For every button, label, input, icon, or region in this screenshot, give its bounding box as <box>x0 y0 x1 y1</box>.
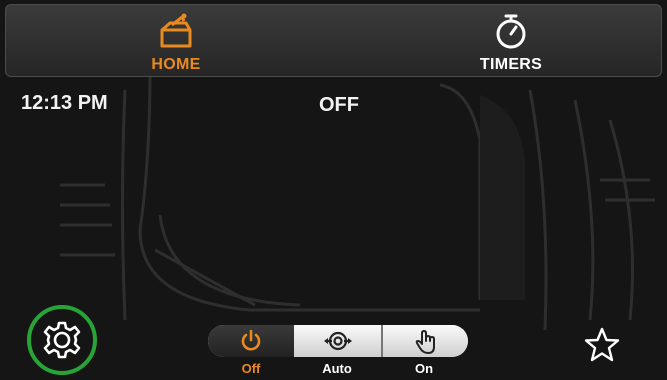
mode-on-button[interactable] <box>381 325 468 357</box>
hand-touch-icon <box>415 330 435 354</box>
tab-timers-label: TIMERS <box>479 56 543 73</box>
mode-on-label: On <box>414 361 434 376</box>
top-nav-bar: HOME TIMERS <box>5 4 662 77</box>
power-icon <box>241 329 261 351</box>
mode-off-label: Off <box>241 361 261 376</box>
stopwatch-icon <box>496 14 526 49</box>
clock-time: 12:13 PM <box>21 92 108 114</box>
tab-home[interactable]: HOME <box>76 5 276 78</box>
device-status: OFF <box>319 94 359 116</box>
tab-home-label: HOME <box>151 56 201 73</box>
home-unit-icon <box>160 13 192 48</box>
settings-button[interactable] <box>27 305 97 375</box>
screen: HOME TIMERS 12:13 PM OFF Off Auto On <box>0 0 667 380</box>
mode-auto-label: Auto <box>322 361 352 376</box>
favorite-button[interactable] <box>584 327 620 368</box>
mode-off-button[interactable] <box>208 325 294 357</box>
tab-timers[interactable]: TIMERS <box>411 5 611 78</box>
gear-icon <box>43 321 81 359</box>
mode-auto-button[interactable] <box>294 325 381 357</box>
auto-cycle-icon <box>323 331 352 351</box>
star-icon <box>584 327 620 362</box>
mode-selector <box>208 325 468 357</box>
